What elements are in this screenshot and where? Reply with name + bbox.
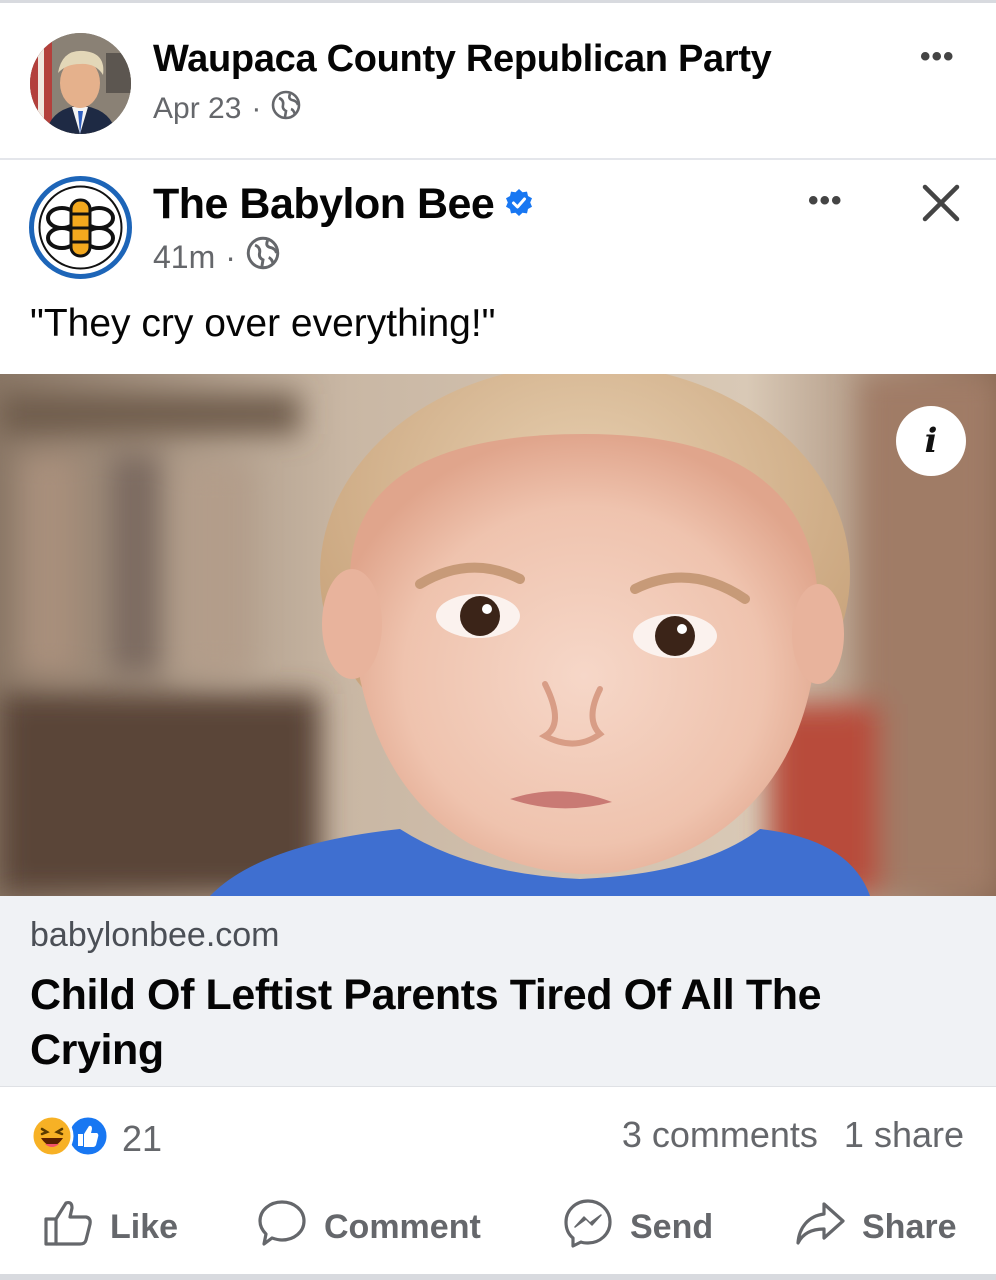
comment-button[interactable]: Comment: [256, 1198, 481, 1257]
post-author-name[interactable]: Waupaca County Republican Party: [153, 38, 772, 81]
messenger-icon: [562, 1198, 614, 1257]
share-icon: [794, 1198, 846, 1257]
bottom-divider: [0, 1274, 996, 1280]
post-image[interactable]: [0, 374, 996, 896]
haha-reaction-icon: [30, 1114, 74, 1163]
reaction-count[interactable]: 21: [122, 1118, 162, 1160]
like-label: Like: [110, 1208, 179, 1246]
engagement-stats: 3 comments 1 share: [622, 1114, 964, 1156]
share-label: Share: [862, 1208, 957, 1246]
like-button[interactable]: Like: [42, 1198, 178, 1257]
shares-count[interactable]: 1 share: [844, 1114, 964, 1156]
shared-post-author: The Babylon Bee: [153, 180, 534, 229]
top-divider: [0, 0, 996, 3]
meta-separator: ·: [225, 238, 236, 275]
info-button[interactable]: i: [896, 406, 966, 476]
globe-icon: [246, 236, 280, 278]
link-domain: babylonbee.com: [30, 916, 280, 954]
shared-author-name[interactable]: The Babylon Bee: [153, 180, 495, 229]
shared-post-more-options-icon[interactable]: •••: [808, 184, 843, 218]
post-more-options-icon[interactable]: •••: [920, 40, 955, 74]
comment-label: Comment: [324, 1208, 481, 1246]
babylon-bee-logo[interactable]: [29, 176, 132, 279]
globe-icon: [271, 90, 301, 128]
send-button[interactable]: Send: [562, 1198, 713, 1257]
verified-badge-icon: [504, 180, 534, 229]
page-avatar[interactable]: [30, 33, 131, 134]
post-meta: Apr 23 ·: [153, 90, 301, 128]
reaction-summary[interactable]: 21: [30, 1114, 162, 1163]
post-date[interactable]: Apr 23: [153, 92, 241, 126]
send-label: Send: [630, 1208, 714, 1246]
comments-count[interactable]: 3 comments: [622, 1114, 818, 1156]
comment-icon: [256, 1198, 308, 1257]
shared-post-meta: 41m ·: [153, 236, 280, 278]
link-preview-card[interactable]: babylonbee.com Child Of Leftist Parents …: [0, 896, 996, 1087]
link-title[interactable]: Child Of Leftist Parents Tired Of All Th…: [30, 968, 930, 1078]
post-caption: "They cry over everything!": [30, 302, 496, 345]
like-icon: [42, 1198, 94, 1257]
shared-post-time[interactable]: 41m: [153, 239, 215, 276]
close-icon[interactable]: [916, 178, 966, 228]
meta-separator: ·: [251, 92, 262, 125]
share-button[interactable]: Share: [794, 1198, 957, 1257]
post-divider: [0, 158, 996, 160]
